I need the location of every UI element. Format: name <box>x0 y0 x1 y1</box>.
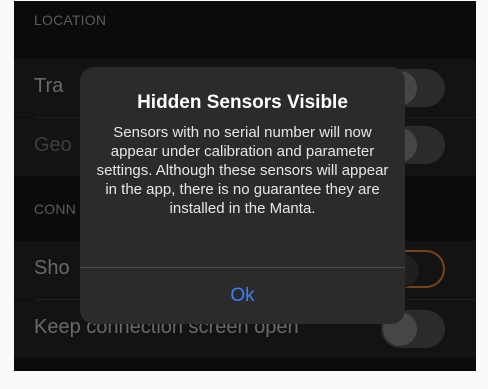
ok-button[interactable]: Ok <box>80 268 405 324</box>
alert-dialog: Hidden Sensors Visible Sensors with no s… <box>80 67 405 324</box>
alert-title: Hidden Sensors Visible <box>137 92 348 113</box>
settings-screen: LOCATION Tra Geo CONN Sho Keep connectio… <box>14 1 476 371</box>
alert-message: Sensors with no serial number will now a… <box>96 124 389 217</box>
